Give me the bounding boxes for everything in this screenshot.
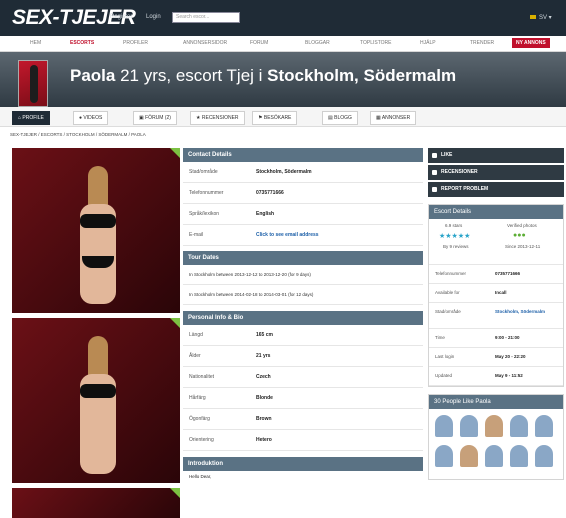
warning-icon (432, 187, 437, 192)
tours-header: Tour Dates (183, 251, 423, 265)
reviews-button[interactable]: RECENSIONER (428, 165, 564, 180)
intro-text: Hello Dear, (189, 474, 212, 479)
detail-row: Time 9:00 - 21:00 (429, 329, 563, 348)
flag-icon (530, 15, 536, 20)
search-input[interactable]: Search escor... (172, 12, 240, 23)
detail-row: Last login May 20 - 22:20 (429, 348, 563, 367)
language-selector[interactable]: SV ▾ (530, 14, 552, 21)
breadcrumb: SEX-TJEJER / ESCORTS / STOCKHOLM / SÖDER… (10, 132, 146, 137)
detail-row: Updated May 9 - 11:52 (429, 367, 563, 386)
profile-photo[interactable] (12, 488, 180, 518)
contact-row: Stad/område Stockholm, Södermalm (183, 162, 423, 183)
avatar[interactable] (18, 60, 48, 107)
detail-row: Stad/område Stockholm, Södermalm (429, 303, 563, 329)
tab-reviews[interactable]: ★ RECENSIONER (190, 111, 245, 125)
tour-item: In Stockholm between 2013-12-12 to 2013-… (183, 265, 423, 285)
email-link[interactable]: Click to see email address (256, 232, 319, 238)
stars-icon: ★★★★★ (439, 233, 471, 240)
personal-row: Hårfärg Blonde (183, 388, 423, 409)
liker-avatars (429, 409, 563, 479)
details-panel: Escort Details 6.9 stars ★★★★★ By 9 revi… (428, 204, 564, 387)
avatar[interactable] (485, 445, 503, 467)
verified-icon (170, 488, 180, 498)
tour-item: In Stockholm between 2014-02-18 to 2014-… (183, 285, 423, 305)
nav-item-escorts[interactable]: ESCORTS (70, 40, 94, 46)
page-title: Paola 21 yrs, escort Tjej i Stockholm, S… (70, 66, 457, 85)
review-icon (432, 170, 437, 175)
nav-item[interactable]: HEM (30, 40, 41, 46)
main-nav: HEM ESCORTS PROFILER ANNONSERSIDOR FORUM… (0, 36, 566, 52)
thumb-icon (432, 153, 437, 158)
avatar[interactable] (435, 445, 453, 467)
verified-dots-icon: ●●● (513, 232, 526, 239)
nav-item[interactable]: FORUM (250, 40, 268, 46)
intro-header: Introduktion (183, 457, 423, 471)
contact-row: Telefonnummer 0735771666 (183, 183, 423, 204)
avatar[interactable] (460, 445, 478, 467)
profile-header: Paola 21 yrs, escort Tjej i Stockholm, S… (0, 52, 566, 107)
nav-item[interactable]: BLOGGAR (305, 40, 330, 46)
contact-row: E-mail Click to see email address (183, 225, 423, 246)
tab-blog[interactable]: ▤ BLOGG (322, 111, 358, 125)
nav-item[interactable]: PROFILER (123, 40, 148, 46)
detail-row: Available for Incall (429, 284, 563, 303)
nav-item[interactable]: ANNONSERSIDOR (183, 40, 227, 46)
tab-ads[interactable]: ▦ ANNONSER (370, 111, 417, 125)
top-bar: SEX-TJEJER Register Login Search escor..… (0, 0, 566, 36)
details-column: Contact Details Stad/område Stockholm, Sö… (183, 148, 423, 482)
likes-header: 30 People Like Paola (429, 395, 563, 409)
avatar[interactable] (485, 415, 503, 437)
register-link[interactable]: Register (110, 14, 132, 20)
login-link[interactable]: Login (146, 14, 161, 20)
personal-header: Personal Info & Bio (183, 311, 423, 325)
verified-icon (170, 318, 180, 328)
avatar[interactable] (535, 415, 553, 437)
profile-tabs: ⌂ PROFILE ● VIDEOS ▣ FÖRUM (2) ★ RECENSI… (0, 107, 566, 127)
profile-photo[interactable] (12, 148, 180, 313)
avatar[interactable] (510, 415, 528, 437)
tab-forum[interactable]: ▣ FÖRUM (2) (133, 111, 177, 125)
like-button[interactable]: LIKE (428, 148, 564, 163)
sidebar: LIKE RECENSIONER REPORT PROBLEM Escort D… (428, 148, 564, 480)
nav-item[interactable]: TOPLISTORE (360, 40, 392, 46)
verified-icon (170, 148, 180, 158)
avatar[interactable] (510, 445, 528, 467)
nav-item[interactable]: TRENDER (470, 40, 494, 46)
avatar[interactable] (535, 445, 553, 467)
new-ad-button[interactable]: NY ANNONS (512, 38, 550, 48)
tab-videos[interactable]: ● VIDEOS (73, 111, 109, 125)
details-header: Escort Details (429, 205, 563, 219)
detail-row: Telefonnummer 0735771666 (429, 265, 563, 284)
personal-row: Ålder 21 yrs (183, 346, 423, 367)
report-button[interactable]: REPORT PROBLEM (428, 182, 564, 197)
tab-visitors[interactable]: ⚑ BESÖKARE (252, 111, 298, 125)
tab-profile[interactable]: ⌂ PROFILE (12, 111, 50, 125)
likes-panel: 30 People Like Paola (428, 394, 564, 480)
personal-row: Orientering Hetero (183, 430, 423, 451)
profile-photo[interactable] (12, 318, 180, 483)
avatar[interactable] (435, 415, 453, 437)
personal-row: Nationalitet Czech (183, 367, 423, 388)
contact-row: Språk/lexikon English (183, 204, 423, 225)
personal-row: Längd 165 cm (183, 325, 423, 346)
avatar[interactable] (460, 415, 478, 437)
rating-box: 6.9 stars ★★★★★ By 9 reviews Verified ph… (429, 219, 563, 265)
nav-item[interactable]: HJÄLP (420, 40, 436, 46)
contact-header: Contact Details (183, 148, 423, 162)
personal-row: Ögonfärg Brown (183, 409, 423, 430)
